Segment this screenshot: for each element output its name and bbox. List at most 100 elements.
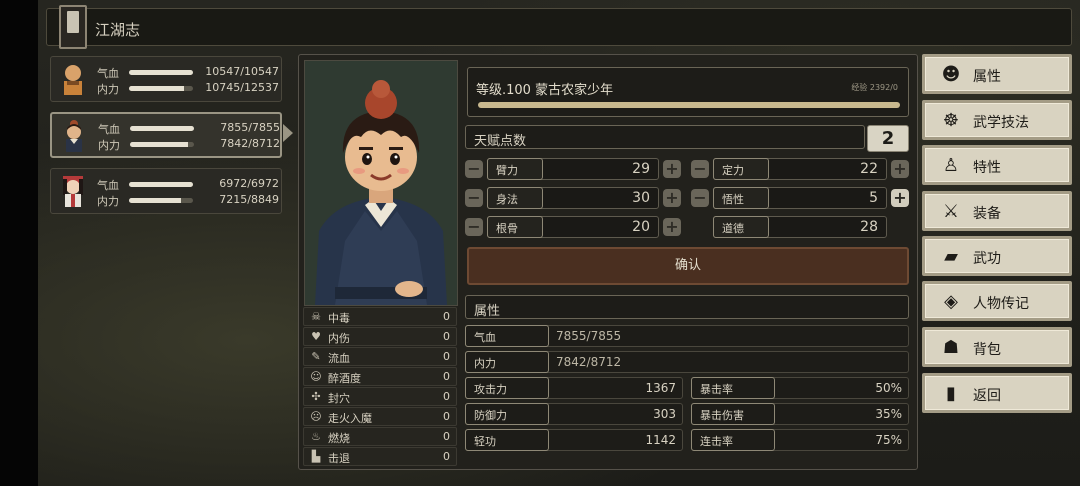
- composure-field: 定力 22: [713, 158, 887, 180]
- agility-field: 身法 30: [487, 187, 659, 209]
- status-value: 0: [443, 450, 450, 463]
- talent-points-value: 2: [867, 125, 909, 152]
- menu-back-button[interactable]: ▮ 返回: [922, 373, 1072, 413]
- skull-icon: ☠: [311, 310, 321, 323]
- flame-icon: ♨: [311, 430, 321, 443]
- attr-label: 防御力: [465, 403, 549, 425]
- party-mp-row: 内力 7215/8849: [97, 193, 279, 208]
- menu-martial-skills-button[interactable]: ☸ 武学技法: [922, 100, 1072, 140]
- mp-bar: [129, 198, 193, 203]
- party-member-1[interactable]: 气血 10547/10547 内力 10745/12537: [50, 56, 282, 102]
- status-row-burning: ♨ 燃烧 0: [303, 427, 457, 446]
- status-row-bleeding: ✎ 流血 0: [303, 347, 457, 366]
- hp-label: 气血: [98, 123, 120, 136]
- menu-biography-button[interactable]: ◈ 人物传记: [922, 281, 1072, 321]
- manual-book-icon: ▰: [944, 246, 958, 267]
- exp-bar: [478, 102, 900, 108]
- constitution-minus-button[interactable]: −: [465, 218, 483, 236]
- attr-label: 暴击率: [691, 377, 775, 399]
- hp-value: 6972/6972: [219, 177, 279, 190]
- status-row-poison: ☠ 中毒 0: [303, 307, 457, 326]
- party-member-3[interactable]: 气血 6972/6972 内力 7215/8849: [50, 168, 282, 214]
- hp-bar: [129, 70, 193, 75]
- martial-skills-icon: ☸: [942, 110, 960, 131]
- stat-row-constitution: − 根骨 20 +: [465, 216, 687, 238]
- agility-minus-button[interactable]: −: [465, 189, 483, 207]
- stat-row-morality: 道德 28: [691, 216, 911, 238]
- status-label: 封穴: [328, 392, 350, 405]
- character-panel: ☠ 中毒 0 ♥ 内伤 0 ✎ 流血 0 ☺ 醉酒度 0 ✣ 封穴 0 ☹ 走火…: [298, 54, 918, 470]
- status-value: 0: [443, 370, 450, 383]
- stat-row-agility: − 身法 30 +: [465, 187, 687, 209]
- mp-bar: [130, 142, 194, 147]
- menu-label: 背包: [973, 342, 1001, 358]
- attr-attack: 攻击力 1367: [465, 377, 683, 399]
- composure-minus-button[interactable]: −: [691, 160, 709, 178]
- attr-value: 7855/7855: [556, 329, 622, 343]
- hp-bar-fill: [129, 182, 193, 187]
- party-member-2[interactable]: 气血 7855/7855 内力 7842/8712: [50, 112, 282, 158]
- status-value: 0: [443, 330, 450, 343]
- agility-plus-button[interactable]: +: [663, 189, 681, 207]
- selected-arrow-icon: [283, 124, 293, 142]
- menu-bag-button[interactable]: ☗ 背包: [922, 327, 1072, 367]
- stat-value: 29: [632, 161, 650, 177]
- menu-label: 属性: [973, 69, 1001, 85]
- mp-bar-fill: [129, 86, 185, 91]
- status-value: 0: [443, 310, 450, 323]
- acupoint-icon: ✣: [311, 390, 321, 403]
- stat-label: 道德: [713, 216, 769, 238]
- young-farmer-avatar: [66, 120, 82, 152]
- stat-value: 5: [869, 190, 878, 206]
- menu-label: 装备: [973, 206, 1001, 222]
- insight-minus-button[interactable]: −: [691, 189, 709, 207]
- strength-minus-button[interactable]: −: [465, 160, 483, 178]
- menu-attributes-button[interactable]: ☻ 属性: [922, 54, 1072, 94]
- attr-value: 1367: [645, 381, 676, 395]
- insight-plus-button[interactable]: +: [891, 189, 909, 207]
- character-icon: ☻: [941, 64, 961, 85]
- mp-label: 内力: [98, 139, 120, 152]
- level-box: 等级.100 蒙古农家少年 经验 2392/0: [467, 67, 909, 117]
- attr-value: 35%: [875, 407, 902, 421]
- attr-mp-row: 内力 7842/8712: [465, 351, 909, 373]
- exit-door-icon: ▮: [946, 383, 956, 404]
- talent-points-label: 天赋点数: [474, 134, 527, 149]
- menu-kungfu-button[interactable]: ▰ 武功: [922, 236, 1072, 276]
- mp-bar-fill: [130, 142, 188, 147]
- menu-equipment-button[interactable]: ⚔ 装备: [922, 191, 1072, 231]
- stat-label: 悟性: [713, 187, 769, 209]
- status-label: 中毒: [328, 312, 350, 325]
- menu-label: 人物传记: [973, 296, 1029, 312]
- stat-row-insight: − 悟性 5 +: [691, 187, 911, 209]
- status-row-drunk: ☺ 醉酒度 0: [303, 367, 457, 386]
- attr-crit-rate: 暴击率 50%: [691, 377, 909, 399]
- status-value: 0: [443, 390, 450, 403]
- status-effects-list: ☠ 中毒 0 ♥ 内伤 0 ✎ 流血 0 ☺ 醉酒度 0 ✣ 封穴 0 ☹ 走火…: [303, 307, 457, 467]
- menu-traits-button[interactable]: ♙ 特性: [922, 145, 1072, 185]
- constitution-plus-button[interactable]: +: [663, 218, 681, 236]
- attr-value: 50%: [875, 381, 902, 395]
- status-label: 内伤: [328, 332, 350, 345]
- exp-value: 经验 2392/0: [851, 83, 898, 92]
- attr-value: 303: [653, 407, 676, 421]
- hp-bar-fill: [130, 126, 194, 131]
- attr-label: 内力: [465, 351, 549, 373]
- hp-bar-fill: [129, 70, 193, 75]
- stat-value: 20: [632, 219, 650, 235]
- menu-label: 特性: [973, 160, 1001, 176]
- maiden-avatar: [63, 176, 83, 207]
- biography-icon: ◈: [944, 291, 958, 312]
- composure-plus-button[interactable]: +: [891, 160, 909, 178]
- attributes-header: 属性: [465, 295, 909, 319]
- party-mp-row: 内力 10745/12537: [97, 81, 279, 96]
- strength-field: 臂力 29: [487, 158, 659, 180]
- dizzy-icon: ☺: [310, 370, 322, 383]
- mp-value: 10745/12537: [205, 81, 279, 94]
- attr-value: 1142: [645, 433, 676, 447]
- blood-drop-icon: ✎: [311, 350, 321, 363]
- confirm-button[interactable]: 确认: [467, 247, 909, 285]
- strength-plus-button[interactable]: +: [663, 160, 681, 178]
- broken-heart-icon: ♥: [311, 330, 321, 343]
- character-portrait: [304, 60, 458, 306]
